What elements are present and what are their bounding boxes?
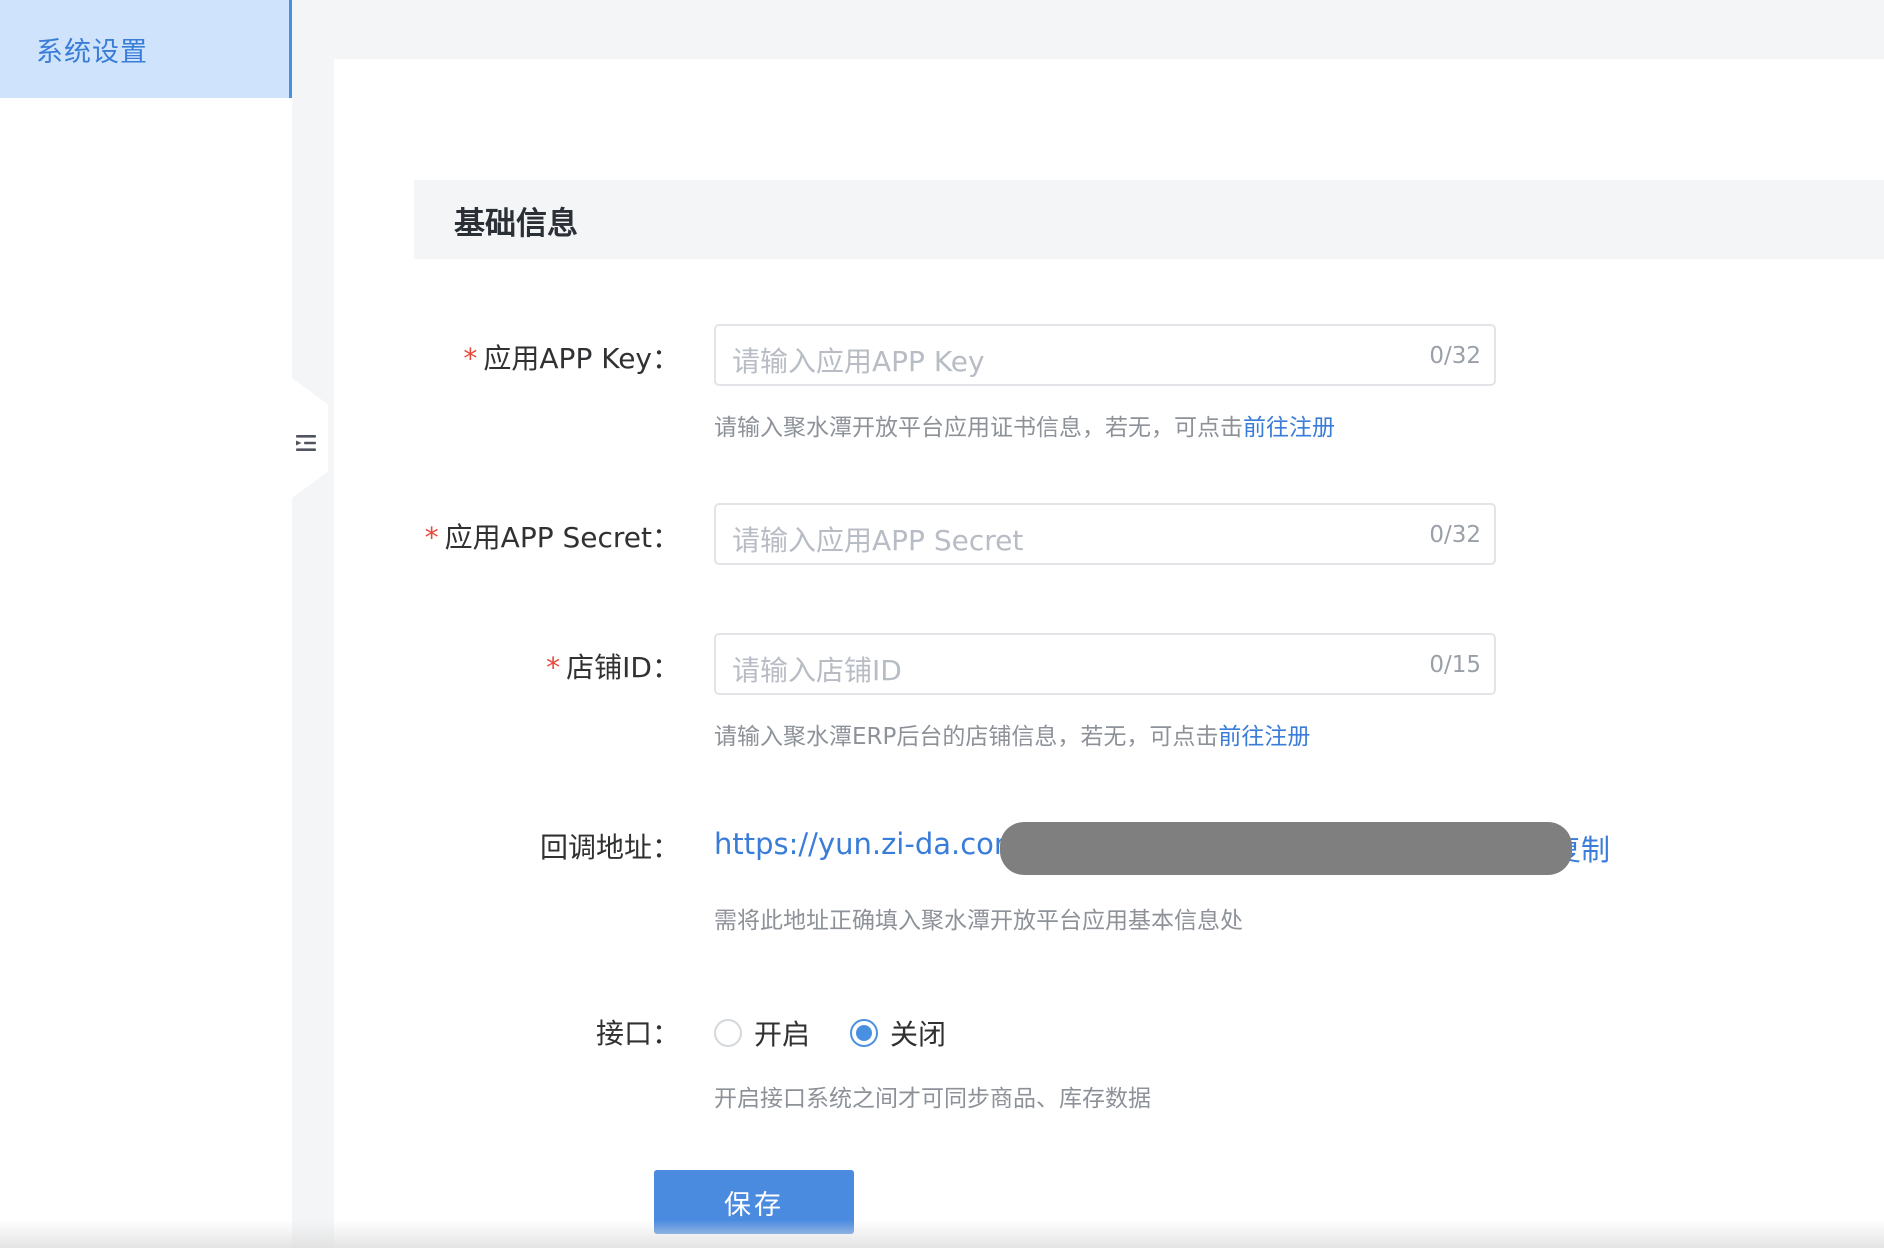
sidebar: 系统设置 <box>0 0 292 1248</box>
callback-hint: 需将此地址正确填入聚水潭开放平台应用基本信息处 <box>714 908 1243 934</box>
save-button[interactable]: 保存 <box>654 1170 854 1234</box>
app-key-hint: 请输入聚水潭开放平台应用证书信息，若无，可点击前往注册 <box>714 415 1335 441</box>
radio-circle[interactable] <box>714 1019 742 1047</box>
interface-hint: 开启接口系统之间才可同步商品、库存数据 <box>714 1086 1151 1112</box>
shop-id-placeholder: 请输入店铺ID <box>732 654 902 687</box>
app-secret-input[interactable]: 请输入应用APP Secret 0/32 <box>714 503 1496 565</box>
callback-url: https://yun.zi-da.com <box>714 827 1023 861</box>
radio-circle-checked[interactable] <box>850 1019 878 1047</box>
shop-id-label: * 店铺ID： <box>546 651 680 684</box>
copy-link[interactable]: 复制 <box>1566 827 1610 869</box>
app-key-placeholder: 请输入应用APP Key <box>732 345 985 378</box>
callback-label: 回调地址： <box>539 831 680 864</box>
interface-label: 接口： <box>595 1017 680 1050</box>
app-key-input[interactable]: 请输入应用APP Key 0/32 <box>714 324 1496 386</box>
app-key-char-count: 0/32 <box>1429 343 1481 369</box>
required-mark: * <box>463 342 478 375</box>
register-link[interactable]: 前往注册 <box>1243 415 1335 441</box>
redaction-bar <box>1000 822 1572 875</box>
indent-menu-icon[interactable] <box>295 432 317 454</box>
sidebar-item-label: 系统设置 <box>36 36 148 68</box>
app-secret-char-count: 0/32 <box>1429 522 1481 548</box>
radio-label: 开启 <box>754 1018 811 1051</box>
shop-id-input[interactable]: 请输入店铺ID 0/15 <box>714 633 1496 695</box>
app-key-label: * 应用APP Key： <box>463 342 680 375</box>
app-secret-placeholder: 请输入应用APP Secret <box>732 524 1024 557</box>
section-title: 基础信息 <box>454 206 578 242</box>
required-mark: * <box>546 651 561 684</box>
shop-id-hint: 请输入聚水潭ERP后台的店铺信息，若无，可点击前往注册 <box>714 724 1311 750</box>
section-header: 基础信息 <box>414 180 1884 259</box>
shop-id-char-count: 0/15 <box>1429 652 1481 678</box>
register-link[interactable]: 前往注册 <box>1218 724 1310 750</box>
radio-disable[interactable]: 关闭 <box>850 1013 946 1053</box>
app-secret-label: * 应用APP Secret： <box>424 521 680 554</box>
radio-enable[interactable]: 开启 <box>714 1013 810 1053</box>
required-mark: * <box>424 521 439 554</box>
radio-label: 关闭 <box>890 1018 947 1051</box>
sidebar-item-system-settings[interactable]: 系统设置 <box>0 0 292 98</box>
